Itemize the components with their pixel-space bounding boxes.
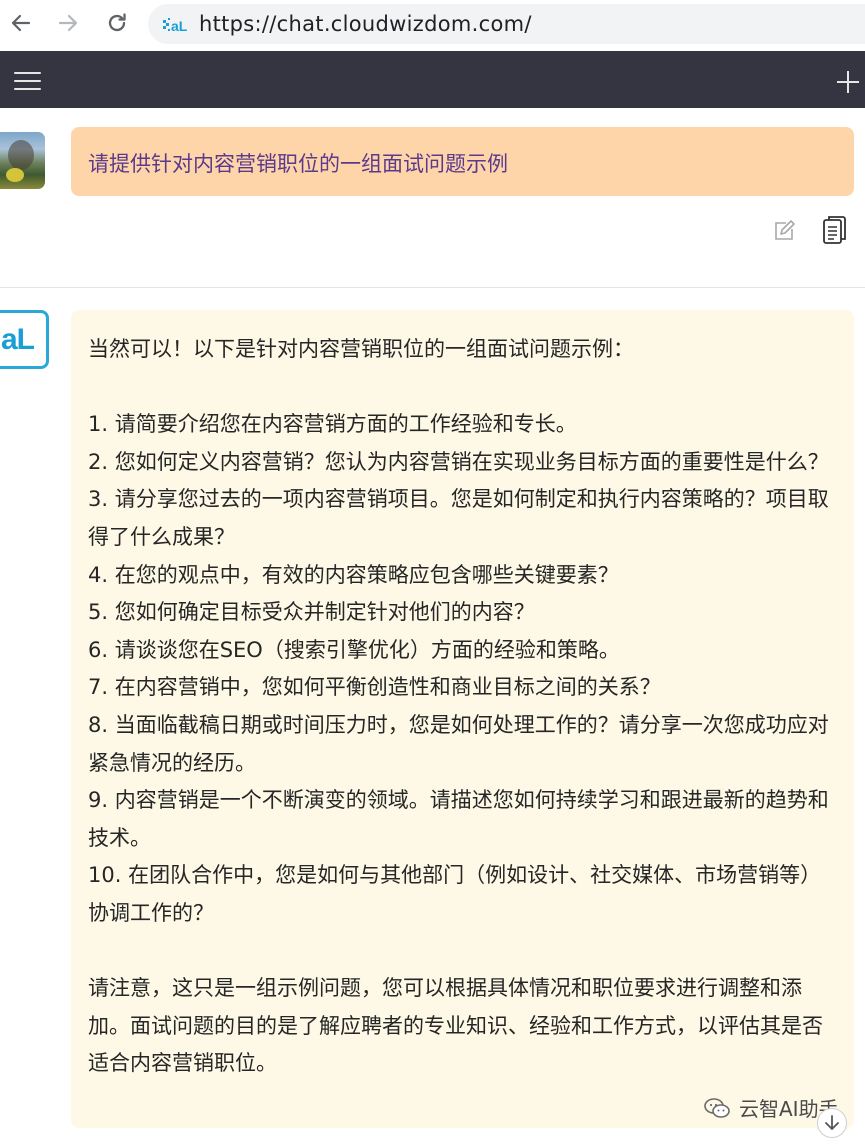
assistant-closing: 请注意，这只是一组示例问题，您可以根据具体情况和职位要求进行调整和添加。面试问题… [88,976,823,1076]
browser-toolbar: aL https://chat.cloudwizdom.com/ [0,0,865,50]
assistant-avatar-label: aL [1,323,35,356]
copy-icon [823,216,846,244]
reload-button[interactable] [100,6,134,40]
user-message-bubble: 请提供针对内容营销职位的一组面试问题示例 [71,127,854,196]
user-message-text: 请提供针对内容营销职位的一组面试问题示例 [88,152,508,176]
new-chat-button[interactable] [830,65,864,99]
menu-line [14,80,41,82]
menu-button[interactable] [10,65,46,95]
hamburger-menu-icon [14,72,41,74]
app-header [0,51,865,108]
question-item: 8. 当面临截稿日期或时间压力时，您是如何处理工作的？请分享一次您成功应对紧急情… [88,712,829,775]
scroll-down-button[interactable] [817,1108,847,1138]
arrow-left-icon [11,14,31,32]
assistant-avatar: aL [0,310,49,369]
assistant-intro: 当然可以！以下是针对内容营销职位的一组面试问题示例： [88,337,634,361]
question-item: 2. 您如何定义内容营销？您认为内容营销在实现业务目标方面的重要性是什么？ [88,449,829,474]
avatar-photo-flowers [6,168,24,182]
reload-icon [108,13,126,32]
edit-icon [775,220,795,240]
assistant-message-bubble: 当然可以！以下是针对内容营销职位的一组面试问题示例： 1. 请简要介绍您在内容营… [71,310,854,1128]
question-item: 3. 请分享您过去的一项内容营销项目。您是如何制定和执行内容策略的？项目取得了什… [88,487,829,549]
wechat-icon [704,1097,730,1118]
assistant-message-text: 当然可以！以下是针对内容营销职位的一组面试问题示例： 1. 请简要介绍您在内容营… [88,331,840,1083]
back-button[interactable] [4,6,38,40]
question-item: 1. 请简要介绍您在内容营销方面的工作经验和专长。 [88,412,577,437]
question-item: 9. 内容营销是一个不断演变的领域。请描述您如何持续学习和跟进最新的趋势和技术。 [88,788,829,850]
address-bar[interactable]: aL https://chat.cloudwizdom.com/ [148,4,865,44]
site-favicon-icon: aL [163,18,188,34]
question-item: 4. 在您的观点中，有效的内容策略应包含哪些关键要素？ [88,562,619,587]
user-avatar [0,132,45,189]
copy-message-button[interactable] [822,214,848,246]
arrow-right-icon [58,14,78,32]
arrow-down-icon [825,1115,839,1130]
question-item: 6. 请谈谈您在SEO（搜索引擎优化）方面的经验和策略。 [88,637,620,662]
menu-line [14,88,41,90]
svg-text:aL: aL [171,18,188,34]
message-divider [0,287,865,288]
question-item: 5. 您如何确定目标受众并制定针对他们的内容？ [88,600,535,625]
url-text: https://chat.cloudwizdom.com/ [199,12,532,36]
forward-button[interactable] [51,6,85,40]
question-item: 7. 在内容营销中，您如何平衡创造性和商业目标之间的关系？ [88,675,661,700]
question-item: 10. 在团队合作中，您是如何与其他部门（例如设计、社交媒体、市场营销等）协调工… [88,863,822,925]
avatar-photo-tree [8,140,34,170]
edit-message-button[interactable] [772,219,796,243]
